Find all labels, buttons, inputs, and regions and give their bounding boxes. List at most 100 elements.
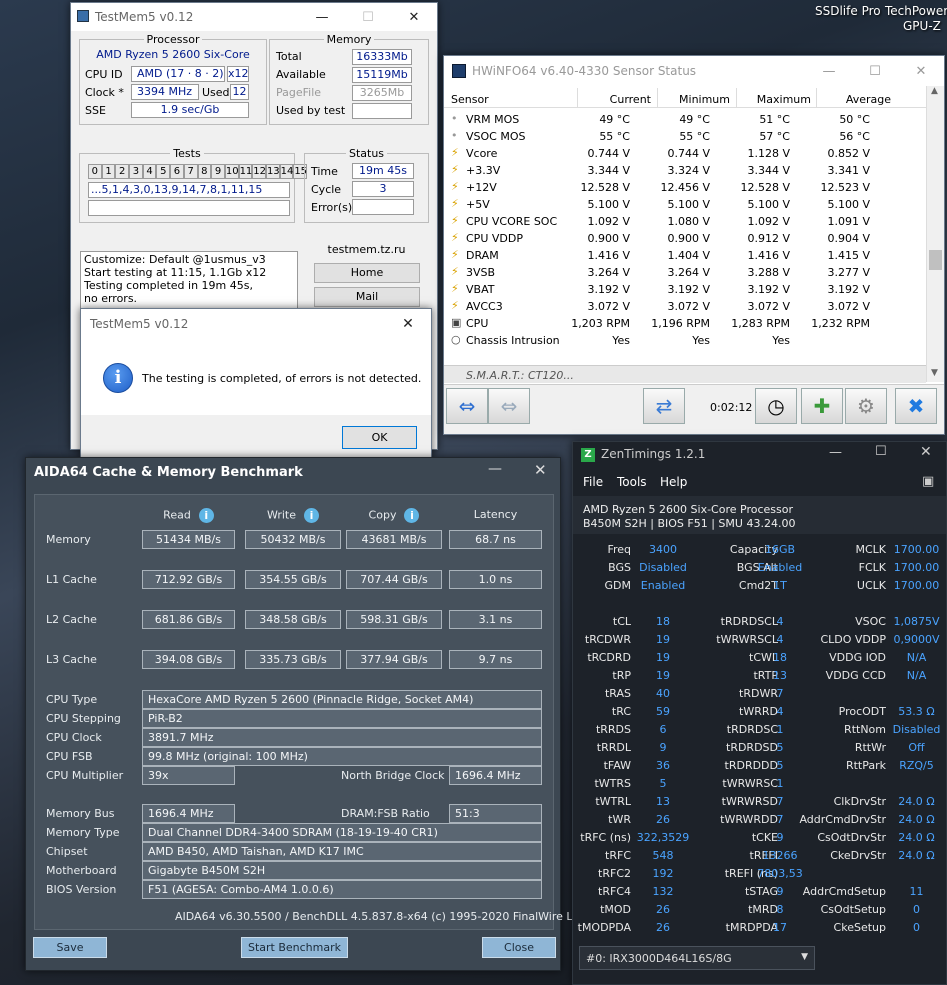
start-benchmark-button[interactable]: Start Benchmark [241,937,348,958]
app-icon [77,10,89,22]
aida-close-button[interactable]: Close [482,937,556,958]
close-x-icon[interactable]: ✖ [895,388,937,424]
sensor-max: 3.072 V [747,300,790,313]
timing-label: CsOdtDrvStr [817,831,886,844]
sensor-cur: 49 °C [599,113,630,126]
clock-icon[interactable]: ◷ [755,388,797,424]
camera-icon[interactable]: ▣ [922,474,934,489]
sensor-row[interactable]: ⚡ Vcore 0.744 V 0.744 V 1.128 V 0.852 V [444,145,926,162]
zen-board-info: B450M S2H | BIOS F51 | SMU 43.24.00 [583,517,796,530]
sensor-row[interactable]: ⚡ CPU VDDP 0.900 V 0.900 V 0.912 V 0.904 V [444,230,926,247]
test-cell: 6 [170,164,184,179]
dialog-close-icon[interactable]: ✕ [385,309,431,339]
sensor-avg: 50 °C [839,113,870,126]
timing-label: RttNom [844,723,886,736]
sensor-row[interactable]: ⚡ AVCC3 3.072 V 3.072 V 3.072 V 3.072 V [444,298,926,315]
zen-menu-tools[interactable]: Tools [617,475,647,489]
copy-value: 377.94 GB/s [346,650,442,669]
close-icon[interactable]: ✕ [391,3,437,31]
read-value: 681.86 GB/s [142,610,235,629]
log-textarea[interactable]: Customize: Default @1usmus_v3 Start test… [80,251,298,309]
test-sequence: ...5,1,4,3,0,13,9,14,7,8,1,11,15 [88,182,290,198]
hwinfo-group-row[interactable]: S.M.A.R.T.: CT120... [444,365,926,383]
sse-value: 1.9 sec/Gb [131,102,249,118]
timing-label: UCLK [856,579,886,592]
zen-menu-help[interactable]: Help [660,475,687,489]
hwinfo-minimize-icon[interactable]: — [806,56,852,86]
zen-maximize-icon[interactable]: ☐ [875,444,887,459]
sensor-row[interactable]: ○ Chassis Intrusion Yes Yes Yes [444,332,926,349]
desktop-icon-techpowerup[interactable]: TechPowerU [885,4,947,18]
sensor-name: Chassis Intrusion [466,334,560,347]
hwinfo-maximize-icon[interactable]: ☐ [852,56,898,86]
dimm-select[interactable]: #0: IRX3000D464L16S/8G ▼ [579,946,815,970]
sensor-row[interactable]: ⚡ +5V 5.100 V 5.100 V 5.100 V 5.100 V [444,196,926,213]
home-button[interactable]: Home [314,263,420,283]
hwinfo-scrollbar[interactable]: ▲ ▼ [926,86,944,382]
sensor-name: CPU VDDP [466,232,523,245]
sensor-avg: 56 °C [839,130,870,143]
sensor-row[interactable]: ▣ CPU 1,203 RPM 1,196 RPM 1,283 RPM 1,232 RPM [444,315,926,332]
scroll-down-icon[interactable]: ▼ [931,368,938,378]
desktop-icon-gpuz[interactable]: GPU-Z [903,19,941,33]
sensor-name: VRM MOS [466,113,520,126]
timing-label: tWTRS [594,777,631,790]
sensor-row[interactable]: • VRM MOS 49 °C 49 °C 51 °C 50 °C [444,111,926,128]
sensor-name: VSOC MOS [466,130,526,143]
testmem-titlebar[interactable]: TestMem5 v0.12 — ☐ ✕ [71,3,437,31]
sensor-row[interactable]: ⚡ CPU VCORE SOC 1.092 V 1.080 V 1.092 V 1.091… [444,213,926,230]
test-cell: 3 [129,164,143,179]
sensor-row[interactable]: ⚡ +3.3V 3.344 V 3.324 V 3.344 V 3.341 V [444,162,926,179]
hwinfo-titlebar[interactable]: HWiNFO64 v6.40-4330 Sensor Status — ☐ ✕ [444,56,944,86]
sensor-row[interactable]: ⚡ VBAT 3.192 V 3.192 V 3.192 V 3.192 V [444,281,926,298]
navigate-arrows-icon[interactable]: ⇔ [446,388,488,424]
timing-label: VSOC [855,615,886,628]
dialog-titlebar[interactable]: TestMem5 v0.12 ✕ [81,309,431,339]
info-icon[interactable]: i [304,508,320,523]
timing-label: RttWr [854,741,886,754]
save-button[interactable]: Save [33,937,107,958]
timing-label: tRP [612,669,631,682]
sensor-max: Yes [772,334,790,347]
hwinfo-title: HWiNFO64 v6.40-4330 Sensor Status [472,64,697,78]
processor-name: AMD Ryzen 5 2600 Six-Core [96,48,250,61]
scroll-thumb[interactable] [929,250,942,270]
ok-button[interactable]: OK [342,426,417,449]
hwinfo-close-icon[interactable]: ✕ [898,56,944,86]
voltage-icon: ⚡ [451,197,459,210]
zen-close-icon[interactable]: ✕ [920,444,932,460]
info-icon[interactable]: i [404,508,420,523]
add-report-icon[interactable]: ✚ [801,388,843,424]
settings-gear-icon[interactable]: ⚙ [845,388,887,424]
sensor-cur: 55 °C [599,130,630,143]
test-cell: 2 [115,164,130,179]
hwinfo-sensor-list[interactable]: • VRM MOS 49 °C 49 °C 51 °C 50 °C • VSOC MOS 55 … [444,111,926,376]
sensor-row[interactable]: • VSOC MOS 55 °C 55 °C 57 °C 56 °C [444,128,926,145]
zen-menu-file[interactable]: File [583,475,603,489]
sensor-min: 0.744 V [667,147,710,160]
network-icon[interactable]: ⇄ [643,388,685,424]
navigate-arrows-alt-icon[interactable]: ⇔ [488,388,530,424]
sensor-row[interactable]: ⚡ 3VSB 3.264 V 3.264 V 3.288 V 3.277 V [444,264,926,281]
sensor-row[interactable]: ⚡ +12V 12.528 V 12.456 V 12.528 V 12.523 V [444,179,926,196]
scroll-up-icon[interactable]: ▲ [931,86,938,96]
info-icon[interactable]: i [198,508,214,523]
timing-value: 1,0875V [893,615,940,628]
column-header: Read i [142,508,235,523]
chipset-value: AMD B450, AMD Taishan, AMD K17 IMC [142,842,542,861]
mail-button[interactable]: Mail [314,287,420,307]
desktop-icon-ssdlife[interactable]: SSDlife Pro [815,4,881,18]
sensor-max: 3.192 V [747,283,790,296]
aida-close-icon[interactable]: ✕ [534,461,547,479]
timing-label: tRRDS [595,723,631,736]
zen-minimize-icon[interactable]: — [829,445,842,460]
cpu-fsb-label: CPU FSB [46,750,93,763]
sensor-min: 3.192 V [667,283,710,296]
sensor-avg: 3.341 V [827,164,870,177]
latency-value: 68.7 ns [449,530,542,549]
minimize-icon[interactable]: — [299,3,345,31]
aida-minimize-icon[interactable]: — [488,461,502,477]
status-time-value: 19m 45s [352,163,414,179]
sensor-min: 1.080 V [667,215,710,228]
sensor-row[interactable]: ⚡ DRAM 1.416 V 1.404 V 1.416 V 1.415 V [444,247,926,264]
